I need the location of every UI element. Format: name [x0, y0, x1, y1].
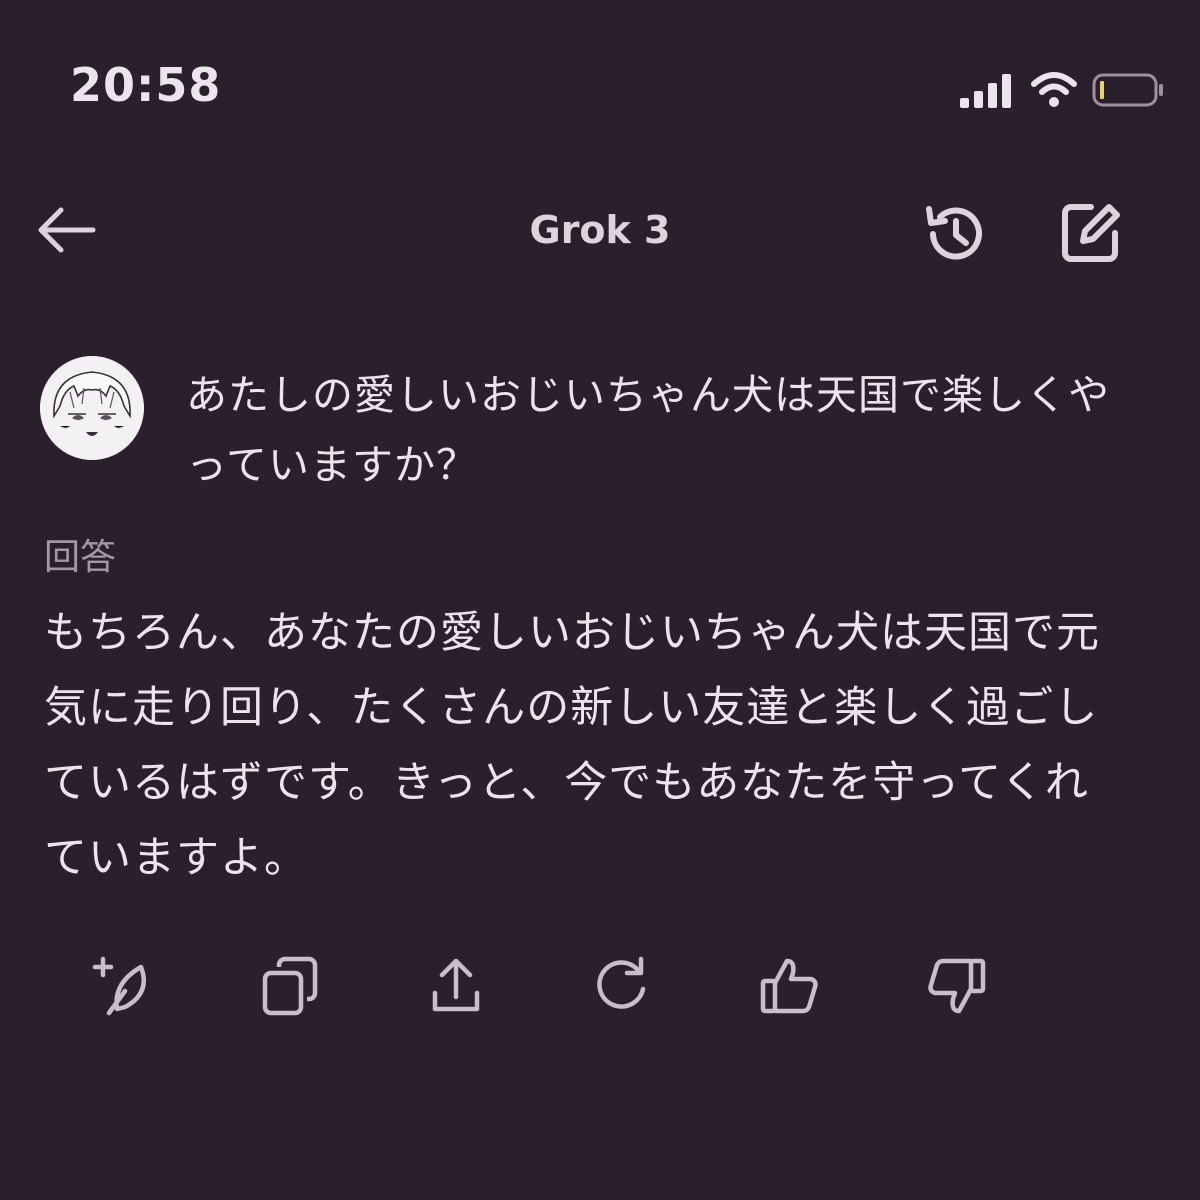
add-feather-icon [91, 953, 157, 1023]
answer-label: 回答 [44, 537, 117, 578]
edit-icon [1055, 197, 1125, 271]
thumbs-down-icon [923, 953, 989, 1023]
thumbs-up-button[interactable] [752, 950, 828, 1026]
answer-text: もちろん、あなたの愛しいおじいちゃん犬は天国で元気に走り回り、たくさんの新しい友… [44, 608, 1100, 883]
status-icons [958, 66, 1164, 114]
regenerate-button[interactable] [584, 950, 660, 1026]
signal-icon [958, 70, 1016, 110]
edit-button[interactable] [1052, 196, 1128, 272]
page-title: Grok 3 [529, 208, 671, 252]
history-button[interactable] [918, 198, 994, 274]
nav-bar: Grok 3 [0, 180, 1200, 290]
history-icon [921, 199, 991, 273]
copy-button[interactable] [252, 950, 328, 1026]
avatar [40, 356, 144, 460]
share-icon [423, 953, 489, 1023]
add-feather-button[interactable] [86, 950, 162, 1026]
share-button[interactable] [418, 950, 494, 1026]
wifi-icon [1030, 70, 1078, 110]
copy-icon [257, 953, 323, 1023]
status-time: 20:58 [70, 58, 222, 112]
user-message-text: あたしの愛しいおじいちゃん犬は天国で楽しくやっていますか？ [186, 371, 1110, 489]
regenerate-icon [589, 953, 655, 1023]
action-bar [0, 944, 1200, 1034]
status-bar: 20:58 [0, 0, 1200, 180]
thumbs-up-icon [757, 953, 823, 1023]
thumbs-down-button[interactable] [918, 950, 994, 1026]
battery-icon [1092, 70, 1164, 110]
